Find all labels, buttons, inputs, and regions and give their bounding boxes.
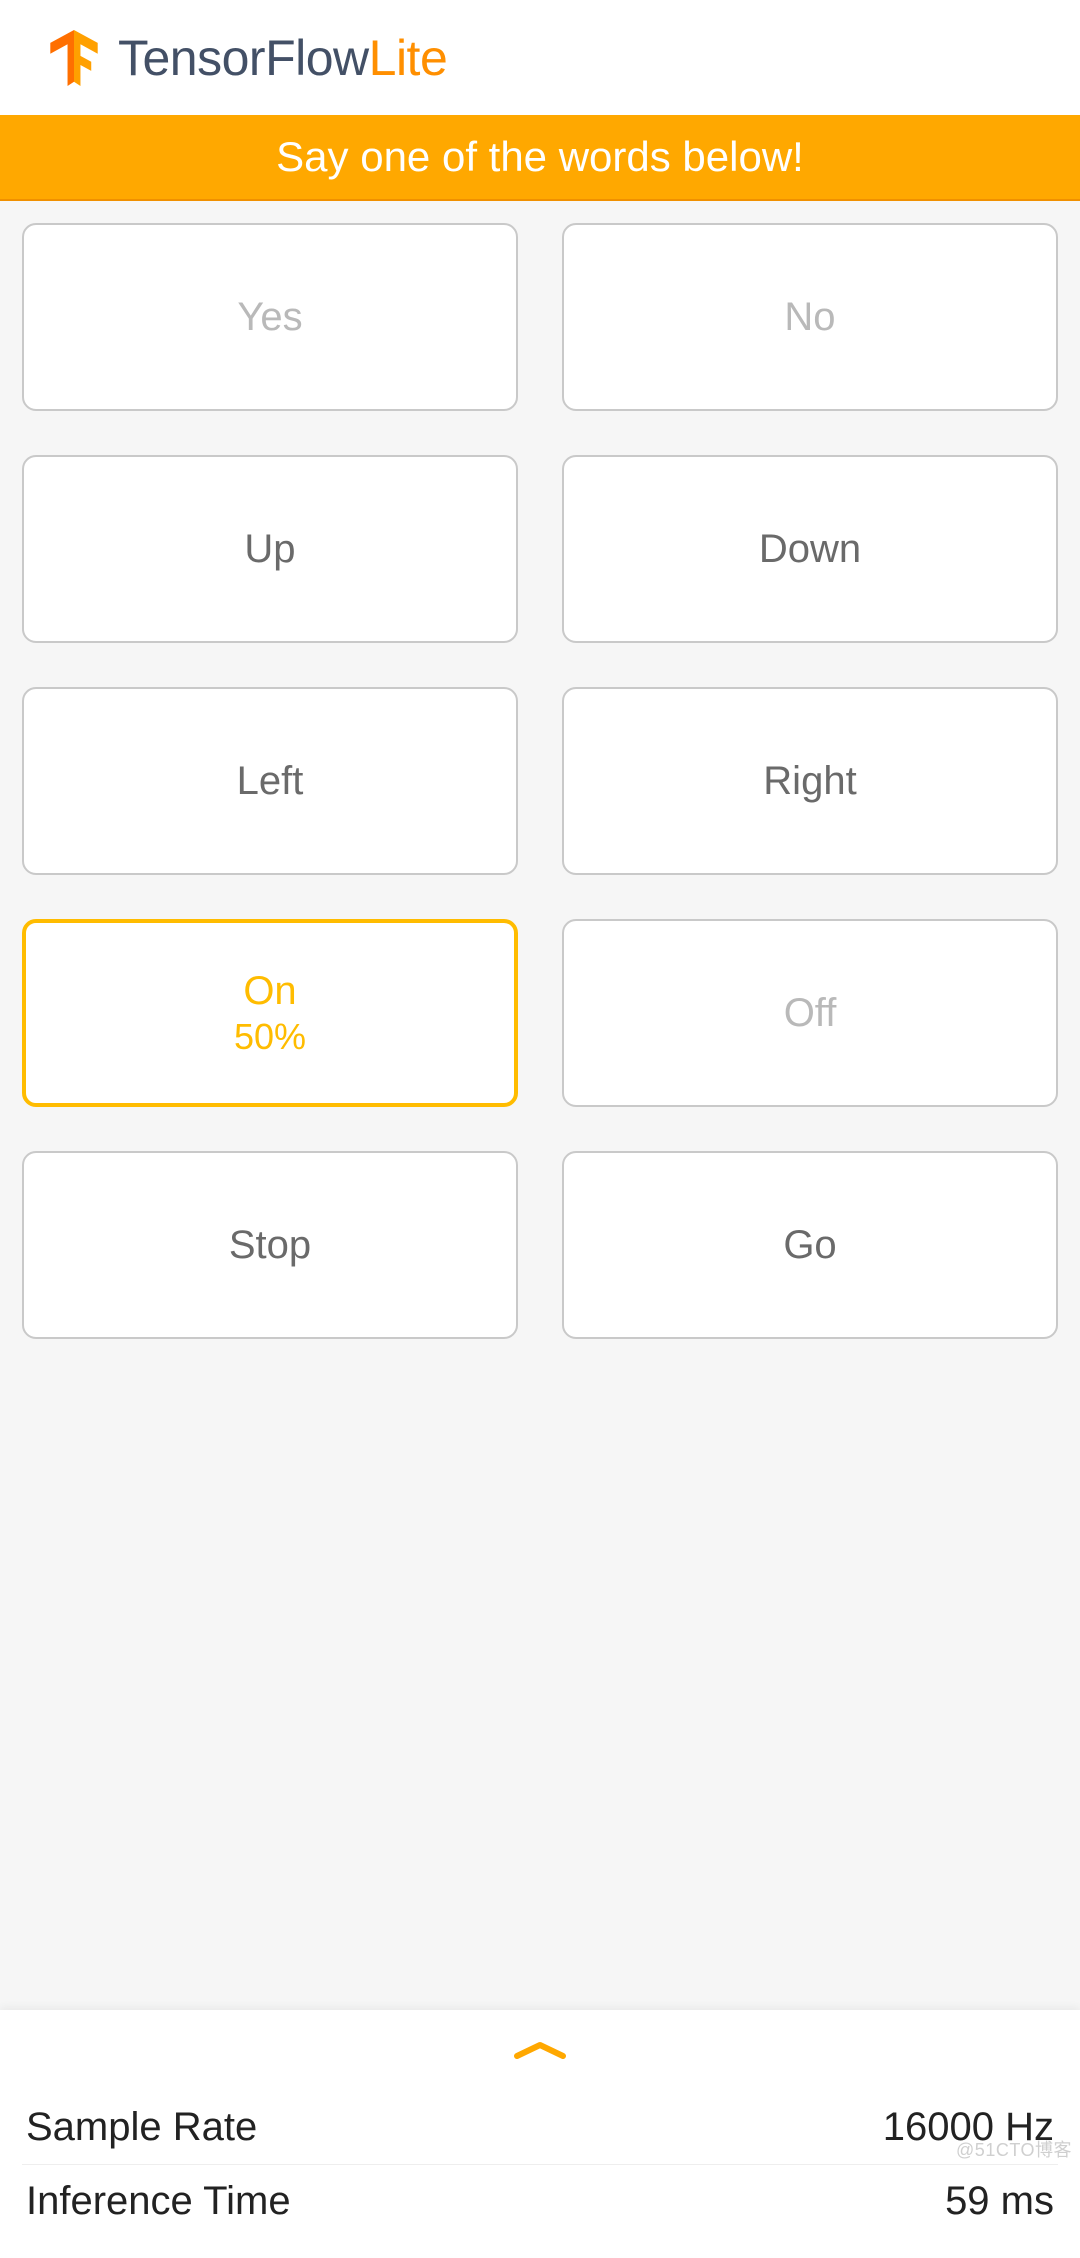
word-label: Up — [244, 527, 295, 572]
word-label: Yes — [237, 295, 302, 340]
word-grid: Yes No Up Down Left Right On50% Off Stop Go — [0, 201, 1080, 1361]
word-tile-no[interactable]: No — [562, 223, 1058, 411]
word-tile-go[interactable]: Go — [562, 1151, 1058, 1339]
word-label: On — [243, 969, 296, 1014]
inference-time-label: Inference Time — [26, 2179, 291, 2224]
panel-drag-handle[interactable] — [22, 2040, 1058, 2065]
tensorflow-logo-icon — [48, 30, 100, 86]
word-label: No — [784, 295, 835, 340]
word-tile-off[interactable]: Off — [562, 919, 1058, 1107]
brand-main: TensorFlow — [118, 30, 369, 86]
word-confidence: 50% — [234, 1016, 306, 1058]
inference-time-row: Inference Time 59 ms — [22, 2165, 1058, 2238]
sample-rate-row: Sample Rate 16000 Hz — [22, 2091, 1058, 2165]
instruction-banner: Say one of the words below! — [0, 115, 1080, 201]
word-label: Down — [759, 527, 861, 572]
app-title: TensorFlowLite — [118, 29, 447, 87]
word-tile-right[interactable]: Right — [562, 687, 1058, 875]
word-label: Stop — [229, 1223, 311, 1268]
app-header: TensorFlowLite — [0, 0, 1080, 115]
chevron-up-icon[interactable] — [513, 2040, 567, 2065]
word-tile-up[interactable]: Up — [22, 455, 518, 643]
sample-rate-label: Sample Rate — [26, 2105, 257, 2150]
word-tile-on[interactable]: On50% — [22, 919, 518, 1107]
word-label: Left — [237, 759, 304, 804]
instruction-text: Say one of the words below! — [276, 133, 804, 181]
word-tile-down[interactable]: Down — [562, 455, 1058, 643]
word-tile-stop[interactable]: Stop — [22, 1151, 518, 1339]
word-tile-left[interactable]: Left — [22, 687, 518, 875]
brand-sub: Lite — [369, 30, 448, 86]
word-label: Right — [763, 759, 856, 804]
watermark: @51CTO博客 — [956, 2136, 1072, 2162]
word-label: Off — [784, 991, 837, 1036]
word-label: Go — [783, 1223, 836, 1268]
inference-time-value: 59 ms — [945, 2179, 1054, 2224]
bottom-panel[interactable]: Sample Rate 16000 Hz Inference Time 59 m… — [0, 2010, 1080, 2258]
word-tile-yes[interactable]: Yes — [22, 223, 518, 411]
